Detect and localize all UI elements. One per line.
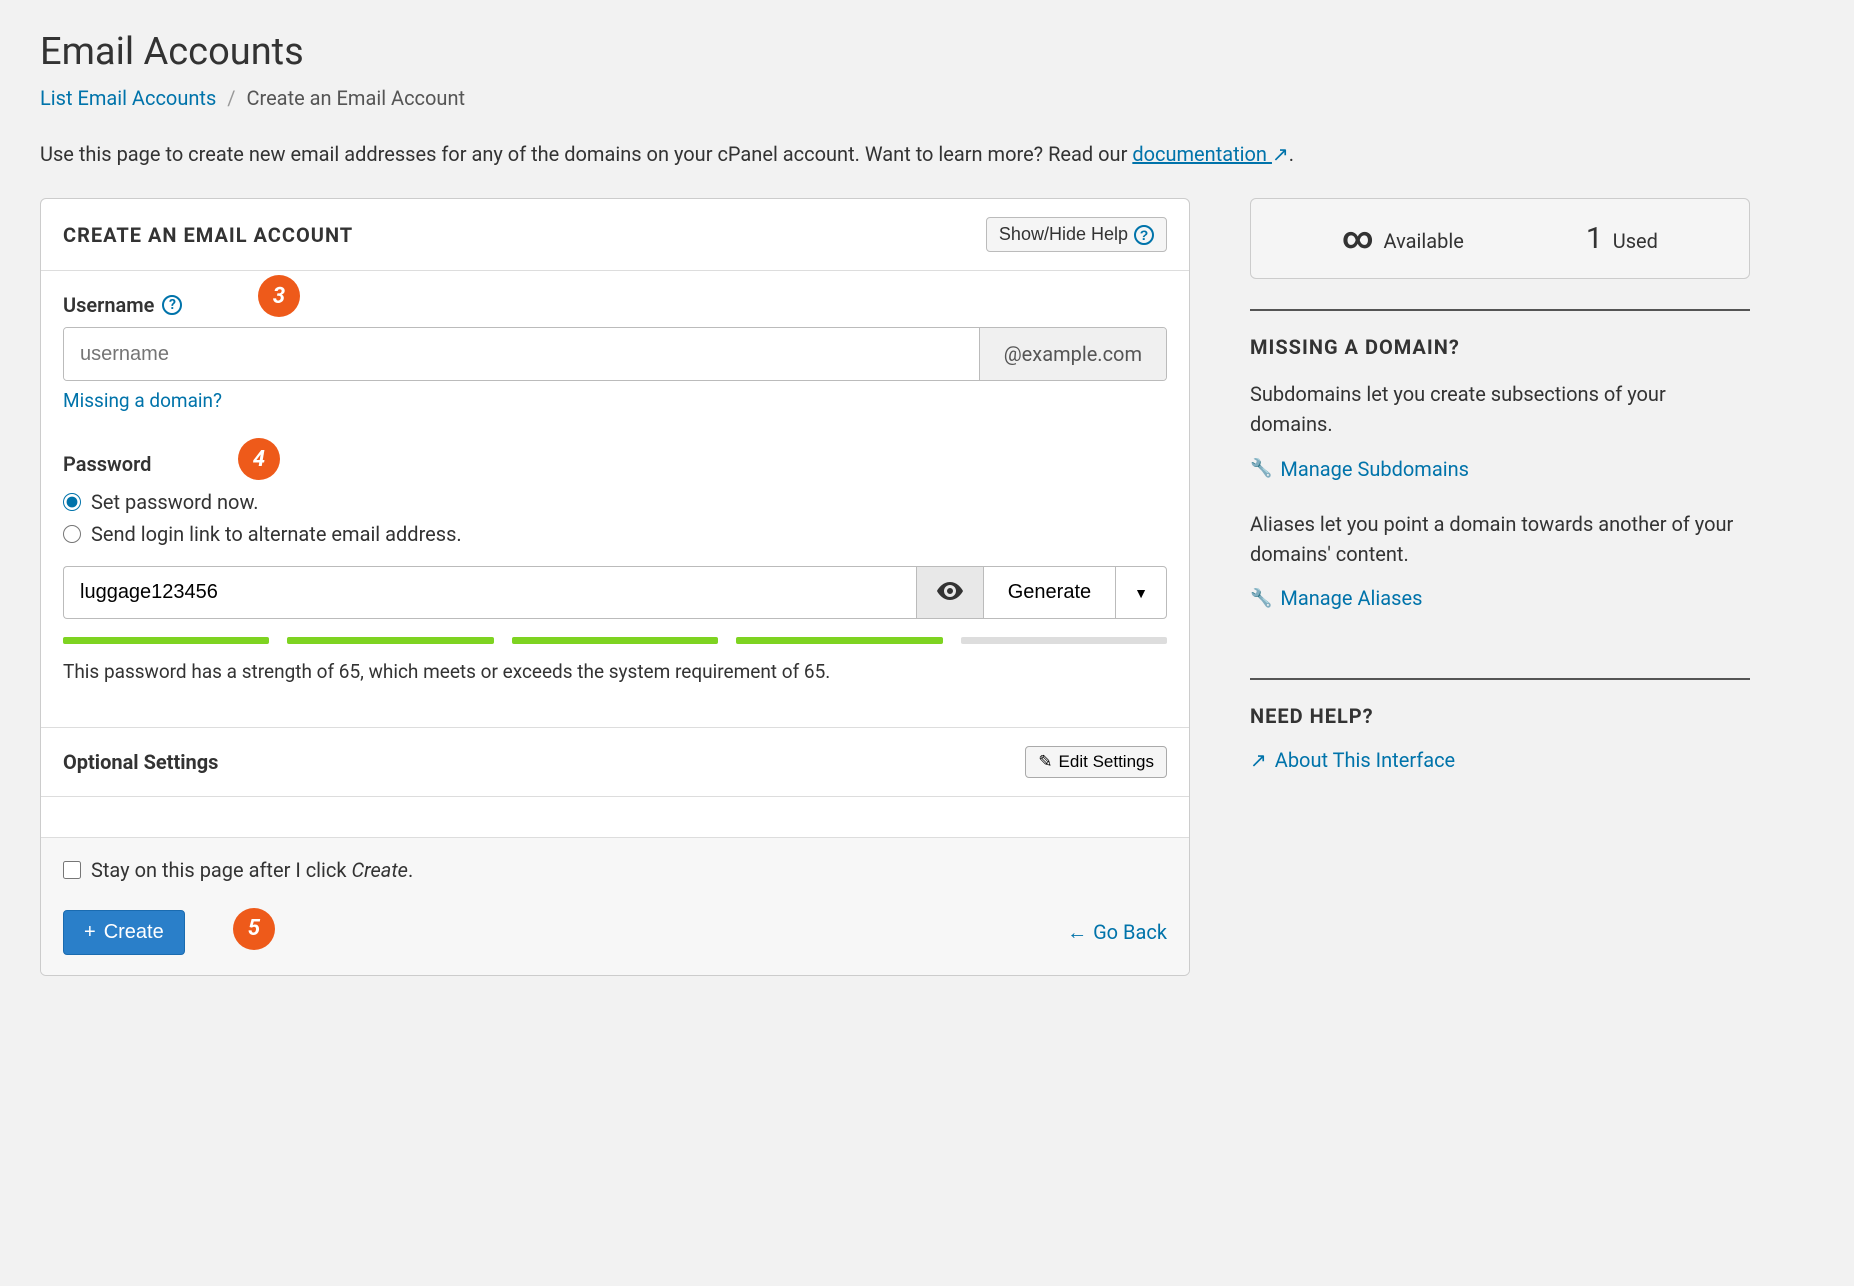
username-help-icon[interactable]: ? xyxy=(162,295,182,315)
optional-settings-title: Optional Settings xyxy=(63,750,218,774)
breadcrumb-current: Create an Email Account xyxy=(246,86,465,110)
breadcrumb-separator: / xyxy=(227,86,235,110)
step-badge-3: 3 xyxy=(258,275,300,317)
used-value: 1 xyxy=(1586,221,1603,256)
generate-password-button[interactable]: Generate xyxy=(983,566,1115,619)
subdomains-description: Subdomains let you create subsections of… xyxy=(1250,379,1750,439)
password-strength-text: This password has a strength of 65, whic… xyxy=(63,658,1167,687)
stay-on-page-checkbox[interactable] xyxy=(63,861,81,879)
wrench-icon: 🔧 xyxy=(1250,588,1272,609)
password-label: Password xyxy=(63,452,151,476)
help-icon: ? xyxy=(1134,225,1154,245)
breadcrumb-list-link[interactable]: List Email Accounts xyxy=(40,86,216,110)
panel-title: CREATE AN EMAIL ACCOUNT xyxy=(63,223,353,247)
missing-domain-title: MISSING A DOMAIN? xyxy=(1250,335,1750,359)
page-title: Email Accounts xyxy=(40,30,1814,74)
go-back-link[interactable]: ← Go Back xyxy=(1067,920,1167,945)
radio-send-link-input[interactable] xyxy=(63,525,81,543)
page-description: Use this page to create new email addres… xyxy=(40,140,1814,168)
toggle-password-visibility-button[interactable] xyxy=(916,566,983,619)
external-link-icon: ↗ xyxy=(1250,748,1267,772)
step-badge-4: 4 xyxy=(238,438,280,480)
create-account-panel: CREATE AN EMAIL ACCOUNT Show/Hide Help ?… xyxy=(40,198,1190,976)
arrow-left-icon: ← xyxy=(1067,920,1087,945)
wrench-icon: 🔧 xyxy=(1250,458,1272,479)
stats-box: ∞ Available 1 Used xyxy=(1250,198,1750,279)
available-value: ∞ xyxy=(1342,221,1374,256)
edit-settings-button[interactable]: ✎ Edit Settings xyxy=(1025,746,1167,778)
create-button[interactable]: + Create xyxy=(63,910,185,955)
radio-send-login-link[interactable]: Send login link to alternate email addre… xyxy=(63,522,1167,546)
generate-dropdown-button[interactable]: ▼ xyxy=(1115,566,1167,619)
documentation-link[interactable]: documentation ↗ xyxy=(1132,142,1288,166)
username-label: Username xyxy=(63,293,154,317)
domain-suffix: @example.com xyxy=(979,328,1166,380)
chevron-down-icon: ▼ xyxy=(1134,585,1148,601)
manage-aliases-link[interactable]: 🔧 Manage Aliases xyxy=(1250,586,1422,610)
radio-set-password-now[interactable]: Set password now. xyxy=(63,490,1167,514)
radio-set-now-input[interactable] xyxy=(63,493,81,511)
step-badge-5: 5 xyxy=(233,908,275,950)
aliases-description: Aliases let you point a domain towards a… xyxy=(1250,509,1750,569)
available-label: Available xyxy=(1384,229,1464,253)
need-help-title: NEED HELP? xyxy=(1250,704,1750,728)
about-interface-link[interactable]: ↗ About This Interface xyxy=(1250,748,1455,772)
password-input[interactable] xyxy=(63,566,916,619)
stay-on-page-checkbox-row[interactable]: Stay on this page after I click Create. xyxy=(63,858,1167,882)
breadcrumb: List Email Accounts / Create an Email Ac… xyxy=(40,86,1814,110)
show-hide-help-button[interactable]: Show/Hide Help ? xyxy=(986,217,1167,252)
external-link-icon: ↗ xyxy=(1272,140,1289,168)
username-input[interactable] xyxy=(64,328,979,380)
used-label: Used xyxy=(1613,229,1658,253)
pencil-icon: ✎ xyxy=(1038,752,1052,772)
eye-icon xyxy=(937,580,963,606)
manage-subdomains-link[interactable]: 🔧 Manage Subdomains xyxy=(1250,457,1469,481)
plus-icon: + xyxy=(84,921,96,944)
password-strength-bar xyxy=(63,637,1167,644)
missing-domain-link[interactable]: Missing a domain? xyxy=(63,389,222,412)
